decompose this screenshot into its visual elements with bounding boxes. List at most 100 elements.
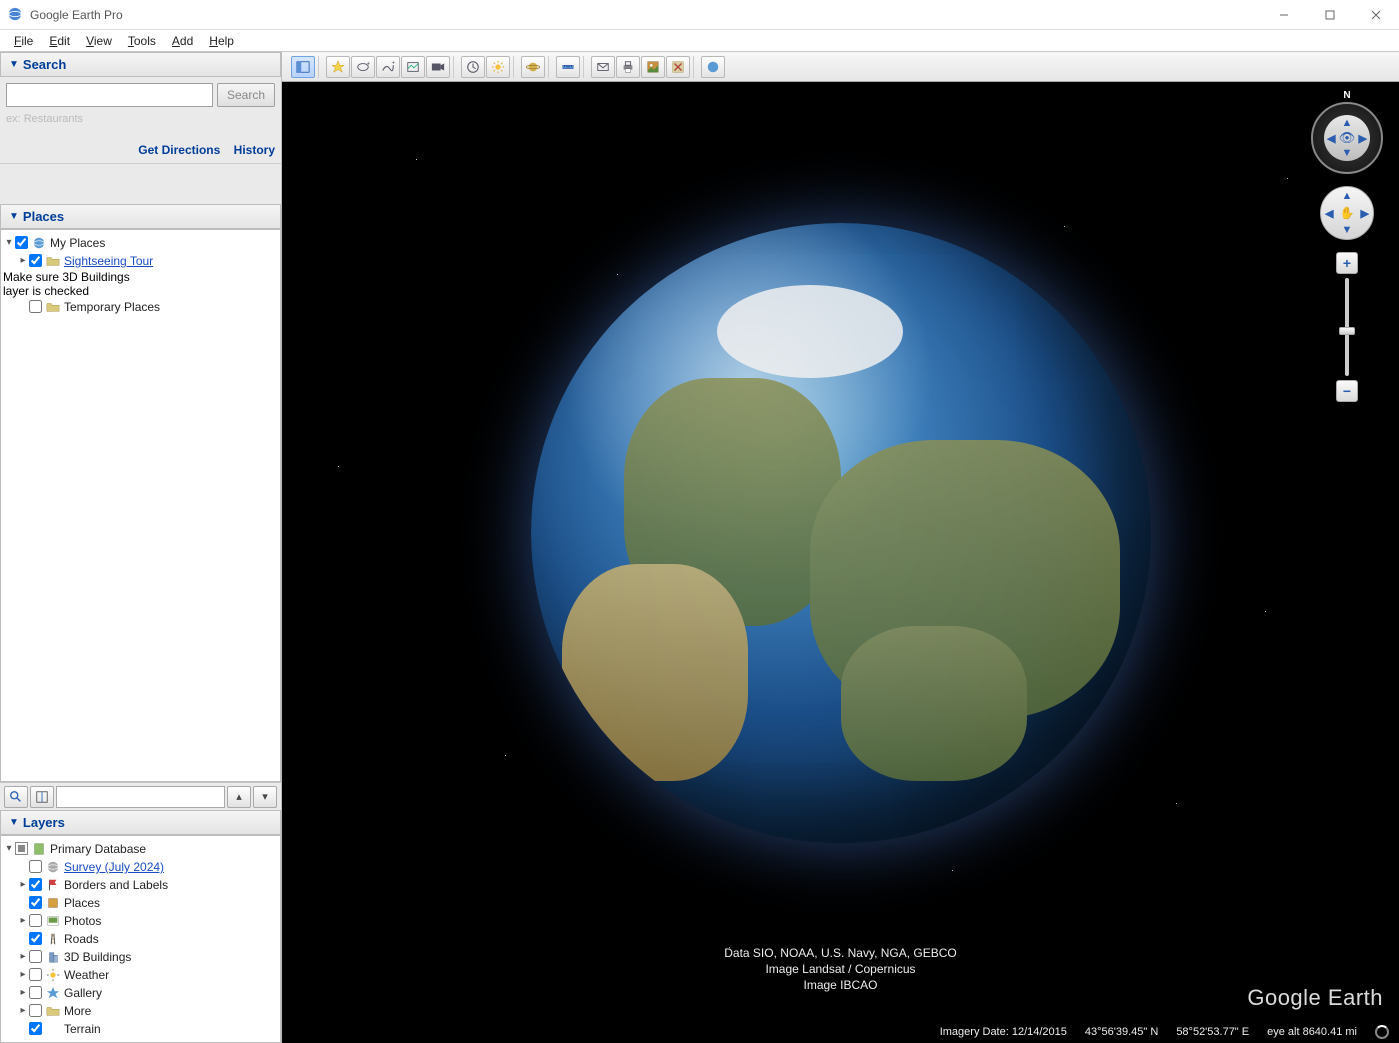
expander-icon[interactable] bbox=[17, 1021, 29, 1037]
add-path-button[interactable]: + bbox=[376, 56, 400, 78]
my-places-checkbox[interactable] bbox=[15, 236, 28, 249]
minimize-button[interactable] bbox=[1261, 0, 1307, 30]
look-down-icon[interactable]: ▼ bbox=[1342, 147, 1353, 159]
layer-label[interactable]: Places bbox=[64, 895, 100, 911]
expander-icon[interactable]: ▸ bbox=[17, 913, 29, 929]
layer-checkbox[interactable] bbox=[29, 914, 42, 927]
close-button[interactable] bbox=[1353, 0, 1399, 30]
expander-icon[interactable]: ▸ bbox=[17, 967, 29, 983]
layer-row: Places bbox=[3, 894, 278, 912]
layer-checkbox[interactable] bbox=[29, 950, 42, 963]
sightseeing-checkbox[interactable] bbox=[29, 254, 42, 267]
expander-icon[interactable]: ▸ bbox=[17, 253, 29, 269]
map-viewport[interactable]: + + bbox=[282, 52, 1399, 1043]
add-polygon-button[interactable]: + bbox=[351, 56, 375, 78]
layer-label[interactable]: Terrain bbox=[64, 1021, 101, 1037]
expander-icon[interactable]: ▸ bbox=[17, 1003, 29, 1019]
survey-link[interactable]: Survey (July 2024) bbox=[64, 859, 164, 875]
layer-checkbox[interactable] bbox=[29, 986, 42, 999]
layer-label[interactable]: Weather bbox=[64, 967, 109, 983]
expander-icon[interactable]: ▸ bbox=[17, 877, 29, 893]
layer-label[interactable]: Borders and Labels bbox=[64, 877, 168, 893]
layer-checkbox[interactable] bbox=[29, 896, 42, 909]
layer-label[interactable]: Roads bbox=[64, 931, 99, 947]
expander-icon[interactable]: ▾ bbox=[3, 235, 15, 251]
search-header-label: Search bbox=[23, 57, 66, 72]
ruler-button[interactable] bbox=[556, 56, 580, 78]
add-placemark-button[interactable] bbox=[326, 56, 350, 78]
sunlight-button[interactable] bbox=[486, 56, 510, 78]
save-image-button[interactable] bbox=[641, 56, 665, 78]
expander-icon[interactable] bbox=[17, 931, 29, 947]
pan-left-icon[interactable]: ◀ bbox=[1325, 207, 1333, 220]
layer-checkbox[interactable] bbox=[29, 1022, 42, 1035]
temporary-places-checkbox[interactable] bbox=[29, 300, 42, 313]
map-toolbar: + + bbox=[282, 52, 1399, 82]
zoom-in-button[interactable]: + bbox=[1336, 252, 1358, 274]
places-filter-input[interactable] bbox=[56, 786, 225, 808]
look-left-icon[interactable]: ◀ bbox=[1327, 132, 1335, 145]
menu-view[interactable]: View bbox=[78, 32, 120, 50]
zoom-track[interactable] bbox=[1345, 278, 1349, 376]
expander-icon[interactable]: ▾ bbox=[3, 841, 15, 857]
svg-text:+: + bbox=[367, 60, 371, 67]
pan-control[interactable]: ▲ ▼ ◀ ▶ ✋ bbox=[1320, 186, 1374, 240]
expander-icon[interactable]: ▸ bbox=[17, 985, 29, 1001]
pan-down-icon[interactable]: ▼ bbox=[1342, 224, 1353, 236]
search-input[interactable] bbox=[6, 83, 213, 107]
email-button[interactable] bbox=[591, 56, 615, 78]
sightseeing-note-1: Make sure 3D Buildings bbox=[3, 270, 278, 284]
search-panel-header[interactable]: ▼ Search bbox=[0, 52, 281, 77]
zoom-handle[interactable] bbox=[1339, 327, 1355, 335]
earth-view-button[interactable] bbox=[701, 56, 725, 78]
maximize-button[interactable] bbox=[1307, 0, 1353, 30]
expander-icon[interactable] bbox=[17, 895, 29, 911]
primary-db-checkbox[interactable] bbox=[15, 842, 28, 855]
look-right-icon[interactable]: ▶ bbox=[1359, 132, 1367, 145]
toggle-sidebar-button[interactable] bbox=[291, 56, 315, 78]
pan-right-icon[interactable]: ▶ bbox=[1361, 207, 1369, 220]
primary-database-label[interactable]: Primary Database bbox=[50, 841, 146, 857]
look-up-icon[interactable]: ▲ bbox=[1342, 117, 1353, 129]
layer-label[interactable]: Gallery bbox=[64, 985, 102, 1001]
move-up-button[interactable]: ▴ bbox=[227, 786, 251, 808]
survey-checkbox[interactable] bbox=[29, 860, 42, 873]
menu-add[interactable]: Add bbox=[164, 32, 201, 50]
move-down-button[interactable]: ▾ bbox=[253, 786, 277, 808]
layer-label[interactable]: More bbox=[64, 1003, 91, 1019]
my-places-label[interactable]: My Places bbox=[50, 235, 105, 251]
eye-icon: 👁 bbox=[1339, 130, 1356, 146]
temporary-places-label[interactable]: Temporary Places bbox=[64, 299, 160, 315]
layer-label[interactable]: 3D Buildings bbox=[64, 949, 131, 965]
pan-up-icon[interactable]: ▲ bbox=[1342, 190, 1353, 202]
earth-globe[interactable] bbox=[531, 223, 1151, 843]
layer-checkbox[interactable] bbox=[29, 1004, 42, 1017]
space-background bbox=[282, 82, 1399, 1043]
record-tour-button[interactable] bbox=[426, 56, 450, 78]
history-link[interactable]: History bbox=[234, 143, 275, 157]
sightseeing-tour-link[interactable]: Sightseeing Tour bbox=[64, 253, 153, 269]
search-places-button[interactable] bbox=[4, 786, 28, 808]
layer-checkbox[interactable] bbox=[29, 968, 42, 981]
menu-help[interactable]: Help bbox=[201, 32, 242, 50]
menu-edit[interactable]: Edit bbox=[41, 32, 78, 50]
split-view-button[interactable] bbox=[30, 786, 54, 808]
layers-panel-header[interactable]: ▼ Layers bbox=[0, 810, 281, 835]
layer-checkbox[interactable] bbox=[29, 932, 42, 945]
menu-tools[interactable]: Tools bbox=[120, 32, 164, 50]
view-in-maps-button[interactable] bbox=[666, 56, 690, 78]
look-compass[interactable]: N ▲ ▼ ◀ ▶ 👁 bbox=[1311, 102, 1383, 174]
layer-checkbox[interactable] bbox=[29, 878, 42, 891]
search-panel: Search ex: Restaurants Get Directions Hi… bbox=[0, 77, 281, 164]
layer-label[interactable]: Photos bbox=[64, 913, 101, 929]
add-image-overlay-button[interactable] bbox=[401, 56, 425, 78]
historical-imagery-button[interactable] bbox=[461, 56, 485, 78]
get-directions-link[interactable]: Get Directions bbox=[138, 143, 220, 157]
zoom-out-button[interactable]: − bbox=[1336, 380, 1358, 402]
expander-icon[interactable]: ▸ bbox=[17, 949, 29, 965]
search-button[interactable]: Search bbox=[217, 83, 275, 107]
menu-file[interactable]: File bbox=[6, 32, 41, 50]
print-button[interactable] bbox=[616, 56, 640, 78]
places-panel-header[interactable]: ▼ Places bbox=[0, 204, 281, 229]
planet-button[interactable] bbox=[521, 56, 545, 78]
